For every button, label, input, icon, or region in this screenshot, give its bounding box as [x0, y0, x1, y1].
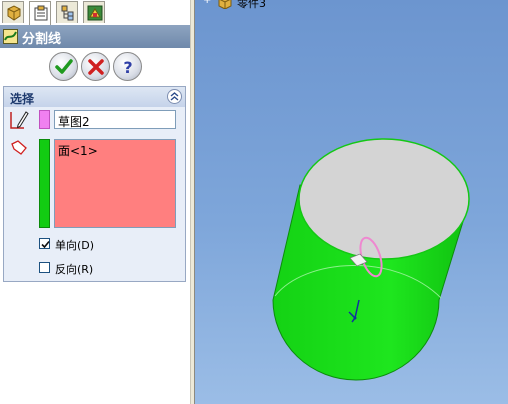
model-scene [272, 138, 470, 381]
sketch-selection-field[interactable]: 草图2 [54, 110, 176, 129]
property-manager-panel: 分割线 ? 选择 草图2 面<1> 单向(D) 反向(R) [0, 0, 190, 404]
reverse-direction-checkbox[interactable] [39, 262, 50, 273]
faces-color-swatch [39, 139, 50, 228]
help-icon: ? [123, 58, 132, 77]
collapse-button[interactable] [167, 89, 182, 104]
selections-group: 选择 草图2 面<1> 单向(D) 反向(R) [3, 86, 186, 282]
checkmark-icon [41, 240, 50, 249]
single-direction-checkbox[interactable] [39, 238, 50, 249]
part-name-label: 零件3 [237, 0, 266, 10]
expand-icon[interactable]: + [203, 0, 211, 6]
cylinder-top-face[interactable] [298, 138, 470, 260]
sketch-color-swatch [39, 110, 50, 129]
selections-title: 选择 [10, 92, 35, 106]
tab-feature-manager[interactable] [2, 1, 24, 23]
cancel-icon [88, 59, 104, 75]
property-manager-header: 分割线 [0, 25, 190, 48]
configuration-manager-icon [61, 5, 74, 21]
face-selection-icon [10, 139, 30, 160]
faces-selection-list[interactable]: 面<1> [54, 139, 176, 228]
tab-property-manager[interactable] [29, 1, 51, 25]
property-manager-icon [34, 5, 48, 21]
page-title: 分割线 [22, 32, 62, 47]
feature-manager-icon [7, 5, 21, 21]
list-item[interactable]: 面<1> [58, 142, 172, 159]
dimxpert-icon [87, 5, 103, 21]
single-direction-label: 单向(D) [55, 239, 95, 252]
reverse-direction-label: 反向(R) [55, 263, 94, 276]
sketch-pencil-icon [10, 110, 30, 133]
cancel-button[interactable] [81, 52, 110, 81]
svg-text:?: ? [123, 58, 132, 77]
split-line-icon [3, 29, 18, 47]
ok-icon [55, 59, 73, 74]
part-icon [217, 0, 233, 12]
collapse-chevron-icon [170, 92, 179, 101]
ok-button[interactable] [49, 52, 78, 81]
manager-tab-strip [0, 0, 190, 26]
selections-group-header[interactable]: 选择 [4, 87, 185, 107]
action-buttons: ? [0, 48, 190, 86]
tab-dimxpert[interactable] [83, 1, 105, 23]
tab-configuration-manager[interactable] [56, 1, 78, 23]
graphics-viewport[interactable]: + 零件3 [195, 0, 508, 404]
help-button[interactable]: ? [113, 52, 142, 81]
